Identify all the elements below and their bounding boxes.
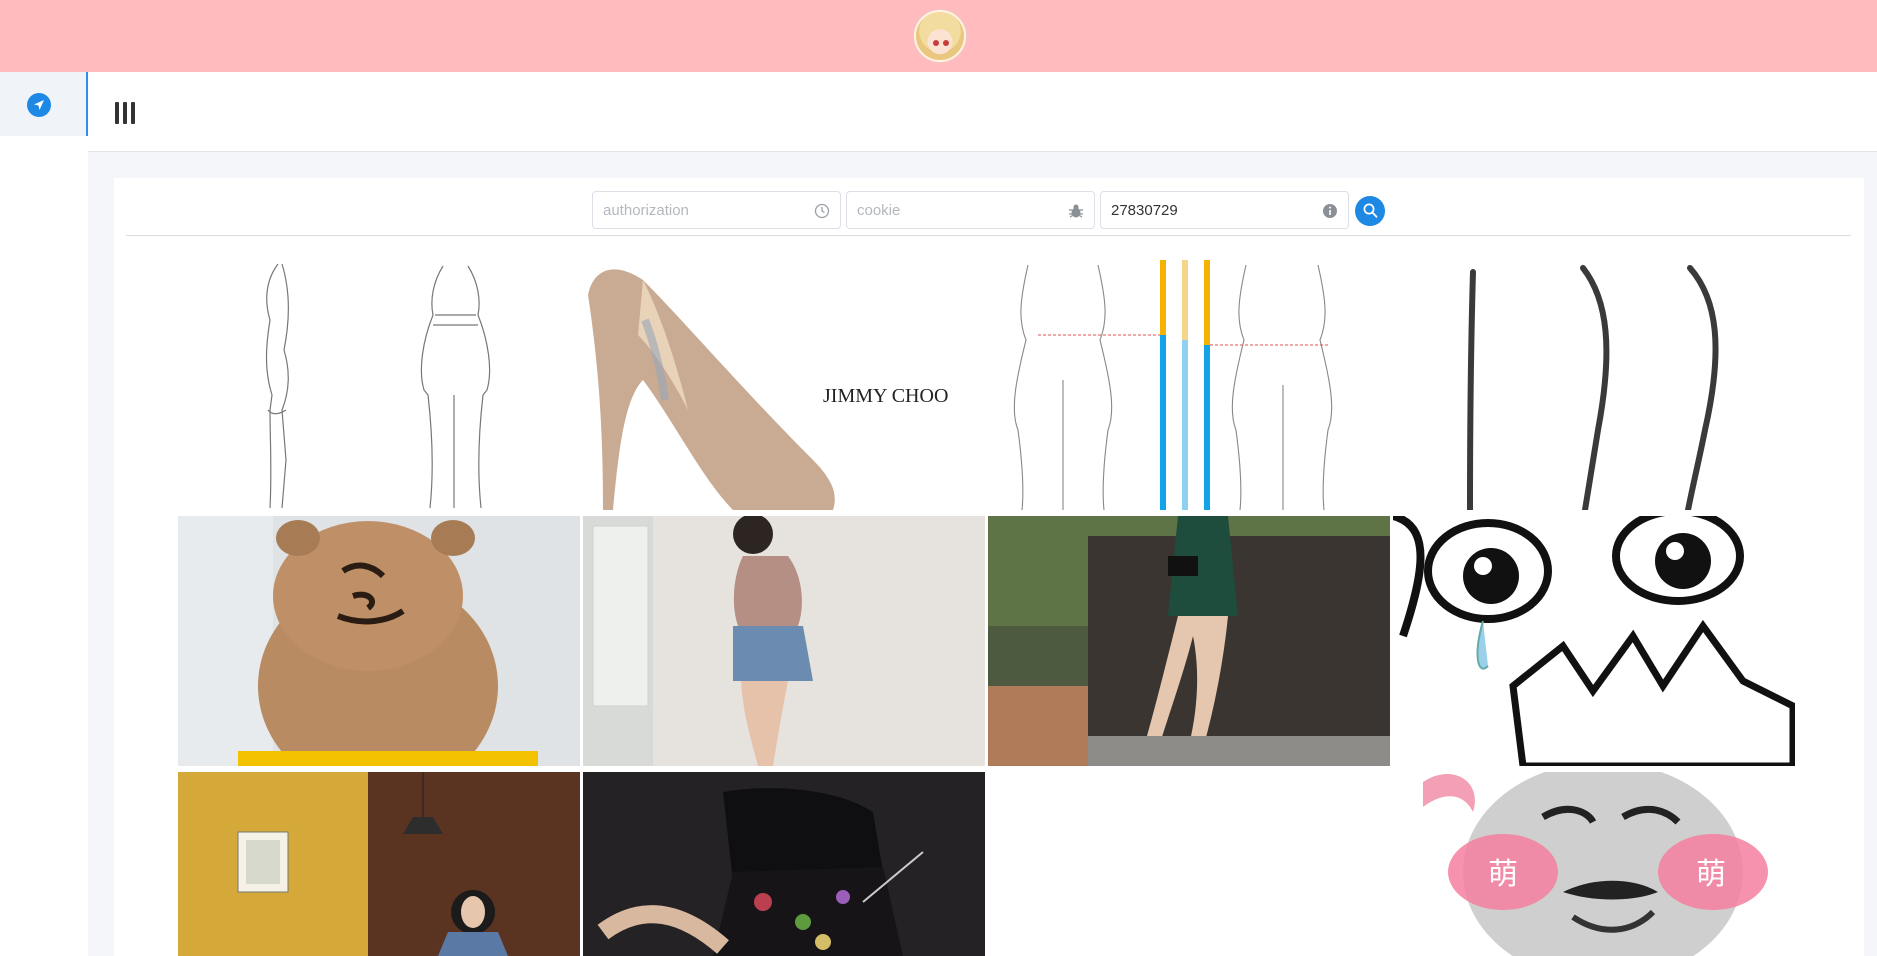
cookie-input[interactable] [847, 192, 1067, 228]
bug-icon [1068, 203, 1084, 219]
main-panel: JIMMY CHOO [114, 178, 1864, 956]
authorization-field[interactable] [592, 191, 841, 229]
header [88, 72, 1877, 152]
authorization-input[interactable] [593, 192, 813, 228]
id-field[interactable] [1100, 191, 1349, 229]
navigation-arrow-icon[interactable] [27, 93, 51, 117]
woman-green-dress-image[interactable] [988, 516, 1390, 766]
curve-lines-image[interactable] [1393, 260, 1795, 510]
sidebar-item-navigation[interactable] [0, 72, 88, 136]
jimmy-choo-heel-image[interactable]: JIMMY CHOO [583, 260, 985, 510]
cookie-field[interactable] [846, 191, 1095, 229]
panda-blush-text-right: 萌 [1696, 857, 1726, 892]
sidebar [0, 72, 88, 956]
anime-avatar-icon[interactable] [914, 10, 966, 62]
panda-blush-text-left: 萌 [1488, 857, 1518, 892]
menu-bars-icon[interactable] [115, 102, 135, 124]
clock-icon [814, 203, 830, 219]
info-icon [1322, 203, 1338, 219]
body-proportion-chart-image[interactable] [988, 260, 1390, 510]
bear-meme-image[interactable] [178, 516, 580, 766]
woman-floral-skirt-image[interactable] [583, 772, 985, 956]
search-icon [1363, 203, 1378, 218]
search-button[interactable] [1355, 196, 1385, 226]
search-bar [114, 178, 1864, 236]
panda-meme-image[interactable]: 萌 萌 [1393, 772, 1795, 956]
heel-brand-text: JIMMY CHOO [823, 385, 948, 407]
search-divider [126, 235, 1851, 236]
top-bar [0, 0, 1877, 72]
woman-cafe-image[interactable] [178, 772, 580, 956]
id-input[interactable] [1101, 192, 1321, 228]
crying-rage-face-image[interactable] [1393, 516, 1795, 766]
body-sketch-image[interactable] [178, 260, 580, 510]
woman-denim-shorts-image[interactable] [583, 516, 985, 766]
